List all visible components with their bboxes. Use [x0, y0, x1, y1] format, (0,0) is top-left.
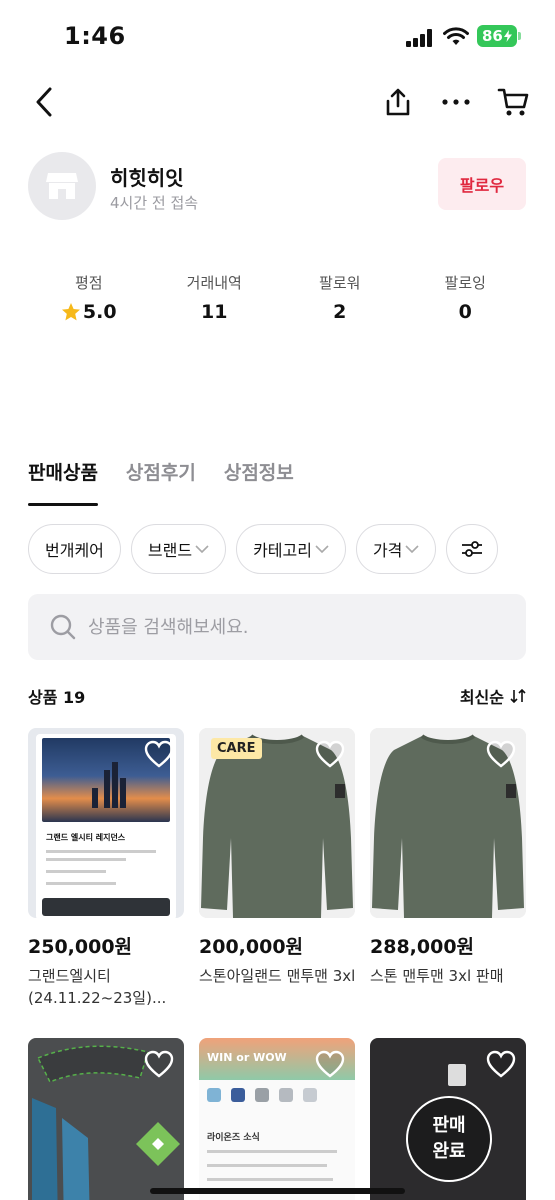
- heart-icon[interactable]: [144, 740, 174, 768]
- product-card[interactable]: CARE 200,000원 스톤아일랜드 맨투맨 3xl: [199, 728, 355, 987]
- battery-level: 86: [482, 27, 503, 45]
- stat-value: 11: [201, 301, 228, 323]
- share-icon: [386, 88, 410, 116]
- wifi-icon: [443, 27, 469, 45]
- product-count: 상품 19: [28, 688, 86, 707]
- more-button[interactable]: [436, 82, 476, 122]
- cellular-signal-icon: [406, 29, 432, 47]
- care-badge: CARE: [211, 738, 262, 759]
- heart-icon[interactable]: [315, 740, 345, 768]
- filter-label: 가격: [372, 541, 403, 560]
- stat-following[interactable]: 팔로잉 0: [403, 272, 529, 332]
- product-image[interactable]: 판매 완료: [370, 1038, 526, 1200]
- filter-label: 번개케어: [45, 541, 104, 560]
- search-icon: [50, 614, 76, 640]
- stat-label: 팔로잉: [444, 274, 486, 292]
- avatar[interactable]: [28, 152, 96, 220]
- product-price: 200,000원: [199, 936, 304, 958]
- stat-followers[interactable]: 팔로워 2: [277, 272, 403, 332]
- shop-tabs: 판매상품 상점후기 상점정보: [28, 458, 294, 508]
- home-indicator[interactable]: [150, 1188, 405, 1194]
- news-heading: 라이온즈 소식: [207, 1133, 260, 1143]
- tab-products[interactable]: 판매상품: [28, 458, 98, 506]
- stat-value: 2: [333, 301, 347, 323]
- sliders-icon: [462, 541, 483, 557]
- top-nav: [0, 70, 555, 136]
- stat-transactions[interactable]: 거래내역 11: [152, 272, 278, 332]
- brochure-title: 그랜드 엘시티 레지던스: [46, 833, 126, 842]
- product-card[interactable]: 판매 완료: [370, 1038, 526, 1200]
- product-image[interactable]: [28, 1038, 184, 1200]
- filter-chips: 번개케어 브랜드 카테고리 가격: [28, 524, 499, 574]
- cart-button[interactable]: [494, 82, 532, 122]
- stat-label: 팔로워: [319, 274, 361, 292]
- heart-icon[interactable]: [144, 1050, 174, 1078]
- product-price: 250,000원: [28, 936, 133, 958]
- search-input[interactable]: [88, 616, 488, 638]
- filter-category[interactable]: 카테고리: [236, 524, 346, 574]
- sort-label: 최신순: [459, 688, 504, 707]
- sort-button[interactable]: 최신순: [460, 684, 526, 708]
- product-name: 그랜드엘시티 (24.11.22~23일)...: [28, 967, 167, 1007]
- charging-bolt-icon: [503, 30, 512, 42]
- stat-value: 0: [458, 301, 472, 323]
- news-banner-text: WIN or WOW: [207, 1051, 287, 1064]
- star-icon: [61, 303, 80, 321]
- product-name: 스톤아일랜드 맨투맨 3xl: [199, 967, 356, 985]
- sold-out-badge: 판매 완료: [406, 1096, 492, 1182]
- tab-shop-info[interactable]: 상점정보: [224, 458, 294, 504]
- shop-profile: 히힛히잇 4시간 전 접속 팔로우: [28, 150, 528, 222]
- stat-value: 5.0: [82, 301, 117, 323]
- filter-settings-button[interactable]: [446, 524, 499, 574]
- filter-label: 카테고리: [253, 541, 312, 560]
- product-image[interactable]: CARE: [199, 728, 355, 918]
- chevron-down-icon: [315, 545, 329, 553]
- product-card[interactable]: 그랜드 엘시티 레지던스 250,000원 그랜드엘시티 (24.11.22~2…: [28, 728, 184, 1009]
- product-label-patch: [448, 1064, 466, 1086]
- product-search[interactable]: [28, 594, 526, 660]
- back-button[interactable]: [26, 82, 62, 122]
- chevron-left-icon: [36, 87, 52, 117]
- stat-label: 평점: [74, 274, 103, 292]
- product-price: 288,000원: [370, 936, 475, 958]
- brochure-button: [42, 898, 170, 916]
- product-name: 스톤 맨투맨 3xl 판매: [370, 967, 504, 985]
- shop-name: 히힛히잇: [110, 166, 184, 190]
- chevron-down-icon: [405, 545, 419, 553]
- filter-label: 브랜드: [147, 541, 193, 560]
- share-button[interactable]: [380, 82, 416, 122]
- heart-icon[interactable]: [315, 1050, 345, 1078]
- stat-value-row: 5.0: [26, 301, 152, 323]
- stat-label: 거래내역: [186, 274, 242, 292]
- shop-stats: 평점 5.0 거래내역 11 팔로워 2 팔로잉 0: [26, 272, 528, 332]
- store-icon: [46, 173, 78, 199]
- status-time: 1:46: [64, 22, 126, 50]
- list-header: 상품 19 최신순: [28, 682, 526, 708]
- follow-button[interactable]: 팔로우: [438, 158, 526, 210]
- product-image[interactable]: WIN or WOW 라이온즈 소식: [199, 1038, 355, 1200]
- cart-icon: [497, 88, 529, 116]
- filter-care[interactable]: 번개케어: [28, 524, 121, 574]
- heart-icon[interactable]: [486, 740, 516, 768]
- product-card[interactable]: [28, 1038, 184, 1200]
- news-icons-row: [207, 1088, 347, 1112]
- status-bar: 1:46 86: [0, 0, 555, 70]
- filter-brand[interactable]: 브랜드: [130, 524, 227, 574]
- product-card[interactable]: WIN or WOW 라이온즈 소식: [199, 1038, 355, 1200]
- battery-tip: [518, 32, 521, 40]
- product-card[interactable]: 288,000원 스톤 맨투맨 3xl 판매: [370, 728, 526, 987]
- chevron-down-icon: [195, 545, 209, 553]
- battery-indicator: 86: [477, 25, 517, 47]
- sort-icon: [510, 689, 526, 703]
- tab-reviews[interactable]: 상점후기: [126, 458, 196, 504]
- last-seen-text: 4시간 전 접속: [110, 194, 199, 212]
- heart-icon[interactable]: [486, 1050, 516, 1078]
- stat-rating[interactable]: 평점 5.0: [26, 272, 152, 332]
- product-image[interactable]: [370, 728, 526, 918]
- more-icon: [442, 99, 470, 105]
- product-image[interactable]: 그랜드 엘시티 레지던스: [28, 728, 184, 918]
- filter-price[interactable]: 가격: [355, 524, 437, 574]
